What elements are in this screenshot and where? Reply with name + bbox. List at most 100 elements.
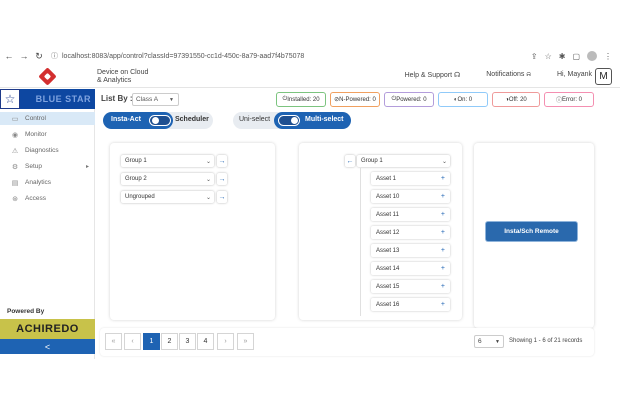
browser-toolbar: ← → ↻ ⓘ localhost:8083/app/control?class… (0, 47, 620, 65)
next-page-button[interactable]: › (217, 333, 234, 350)
sidebar-item-monitor[interactable]: ◉ Monitor (0, 128, 95, 141)
group-select-label: Group 1 (125, 158, 147, 164)
move-right-button[interactable]: → (217, 173, 227, 185)
status-powered[interactable]: ⏻ Powered: 0 (384, 92, 434, 107)
group-select-ungrouped[interactable]: Ungrouped ⌄ (121, 191, 214, 203)
status-installed[interactable]: ⏻ Installed: 20 (276, 92, 326, 107)
diamond-logo-icon (38, 67, 57, 86)
chart-icon: ▤ (11, 179, 19, 187)
brand-strip: ☆ BLUE STAR (0, 89, 95, 109)
page-size-select[interactable]: 6 ▼ (474, 335, 504, 348)
insta-act-switch[interactable] (149, 115, 171, 126)
plus-icon[interactable]: + (441, 247, 445, 254)
chevron-right-icon: ▸ (85, 164, 89, 170)
first-page-button[interactable]: « (105, 333, 122, 350)
plus-icon[interactable]: + (441, 193, 445, 200)
asset-label: Asset 16 (376, 301, 400, 308)
plus-icon[interactable]: + (441, 229, 445, 236)
address-bar[interactable]: ⓘ localhost:8083/app/control?classId=973… (51, 50, 501, 63)
share-icon[interactable]: ⇪ (531, 52, 538, 61)
prev-page-button[interactable]: ‹ (124, 333, 141, 350)
user-avatar-button[interactable]: M (595, 68, 612, 85)
notifications-link[interactable]: Notifications ⍾ (486, 71, 531, 79)
status-powered-label: Powered: 0 (396, 96, 427, 103)
insta-scheduler-toggle[interactable]: Insta-Act Scheduler (103, 112, 213, 129)
sidebar-item-label: Monitor (25, 131, 47, 138)
status-on[interactable]: ◐ On: 0 (438, 92, 488, 107)
group-select-1[interactable]: Group 1 ⌄ (121, 155, 214, 167)
sidebar-item-analytics[interactable]: ▤ Analytics (0, 176, 95, 189)
extensions-icon[interactable]: ✱ (559, 52, 566, 61)
insta-sch-remote-button[interactable]: Insta/Sch Remote (486, 222, 577, 241)
sidebar-item-control[interactable]: ▭ Control (0, 112, 95, 125)
class-select[interactable]: Class A ▼ (132, 93, 179, 106)
plus-icon[interactable]: + (441, 175, 445, 182)
plus-icon[interactable]: + (441, 283, 445, 290)
kebab-menu-icon[interactable]: ⋮ (604, 52, 612, 61)
asset-row[interactable]: Asset 13 + (371, 244, 450, 257)
asset-row[interactable]: Asset 11 + (371, 208, 450, 221)
status-n-powered-label: N-Powered: 0 (339, 96, 376, 103)
asset-row[interactable]: Asset 15 + (371, 280, 450, 293)
page-button-4[interactable]: 4 (197, 333, 214, 350)
sidebar-item-label: Control (25, 115, 46, 122)
uni-select-label: Uni-select (239, 116, 271, 123)
app-title: Device on Cloud & Analytics (97, 69, 148, 85)
tree-connector (360, 168, 361, 316)
eye-icon: ◉ (11, 131, 19, 139)
status-off[interactable]: ◑ Off: 20 (492, 92, 540, 107)
asset-row[interactable]: Asset 16 + (371, 298, 450, 311)
help-support-link[interactable]: Help & Support ☊ (405, 71, 461, 79)
page-button-2[interactable]: 2 (161, 333, 178, 350)
move-right-button[interactable]: → (217, 191, 227, 203)
scheduler-label: Scheduler (175, 116, 209, 123)
asset-label: Asset 10 (376, 193, 400, 200)
profile-icon[interactable] (587, 51, 597, 61)
page-button-1[interactable]: 1 (143, 333, 160, 350)
brand-name: BLUE STAR (20, 89, 95, 109)
select-mode-toggle[interactable]: Uni-select Multi-select (233, 112, 351, 129)
status-error[interactable]: ⓘ Error: 0 (544, 92, 594, 107)
headset-icon: ☊ (454, 72, 461, 79)
asset-row[interactable]: Asset 12 + (371, 226, 450, 239)
asset-row[interactable]: Asset 14 + (371, 262, 450, 275)
reload-icon[interactable]: ↻ (33, 51, 45, 62)
sidebar-item-label: Diagnostics (25, 147, 59, 154)
sidepanel-icon[interactable]: ▢ (572, 52, 580, 61)
sidebar-collapse-button[interactable]: < (0, 339, 95, 354)
arrow-right-icon: → (218, 193, 226, 201)
plus-icon[interactable]: + (441, 301, 445, 308)
back-icon[interactable]: ← (3, 51, 15, 61)
page-size-value: 6 (478, 338, 482, 345)
powered-by-label: Powered By (7, 308, 45, 315)
bookmark-star-icon[interactable]: ☆ (545, 52, 552, 61)
group-select-label: Ungrouped (125, 194, 155, 200)
status-off-label: Off: 20 (508, 96, 527, 103)
asset-label: Asset 1 (376, 175, 397, 182)
plus-icon[interactable]: + (441, 211, 445, 218)
header-links: Help & Support ☊ Notifications ⍾ Hi, May… (405, 71, 592, 79)
page-button-3[interactable]: 3 (179, 333, 196, 350)
asset-row[interactable]: Asset 1 + (371, 172, 450, 185)
move-left-button[interactable]: ← (345, 155, 355, 167)
asset-row[interactable]: Asset 10 + (371, 190, 450, 203)
groups-panel (110, 143, 275, 320)
class-select-value: Class A (136, 96, 159, 103)
sidebar-item-label: Analytics (25, 179, 52, 186)
app-title-line1: Device on Cloud (97, 69, 149, 76)
group-select-2[interactable]: Group 2 ⌄ (121, 173, 214, 185)
last-page-button[interactable]: » (237, 333, 254, 350)
status-error-label: Error: 0 (562, 96, 583, 103)
selected-group-select[interactable]: Group 1 ⌄ (357, 155, 450, 167)
sidebar-item-setup[interactable]: ⚙ Setup ▸ (0, 160, 95, 173)
plus-icon[interactable]: + (441, 265, 445, 272)
arrow-right-icon: → (218, 157, 226, 165)
access-icon: ⊛ (12, 195, 18, 203)
multi-select-switch[interactable] (278, 115, 300, 126)
status-n-powered[interactable]: ⊘ N-Powered: 0 (330, 92, 380, 107)
forward-icon[interactable]: → (18, 51, 30, 61)
sidebar-item-diagnostics[interactable]: ⚠ Diagnostics (0, 144, 95, 157)
sidebar-item-access[interactable]: ⊛ Access (0, 192, 95, 205)
group-select-label: Group 1 (361, 158, 383, 164)
move-right-button[interactable]: → (217, 155, 227, 167)
